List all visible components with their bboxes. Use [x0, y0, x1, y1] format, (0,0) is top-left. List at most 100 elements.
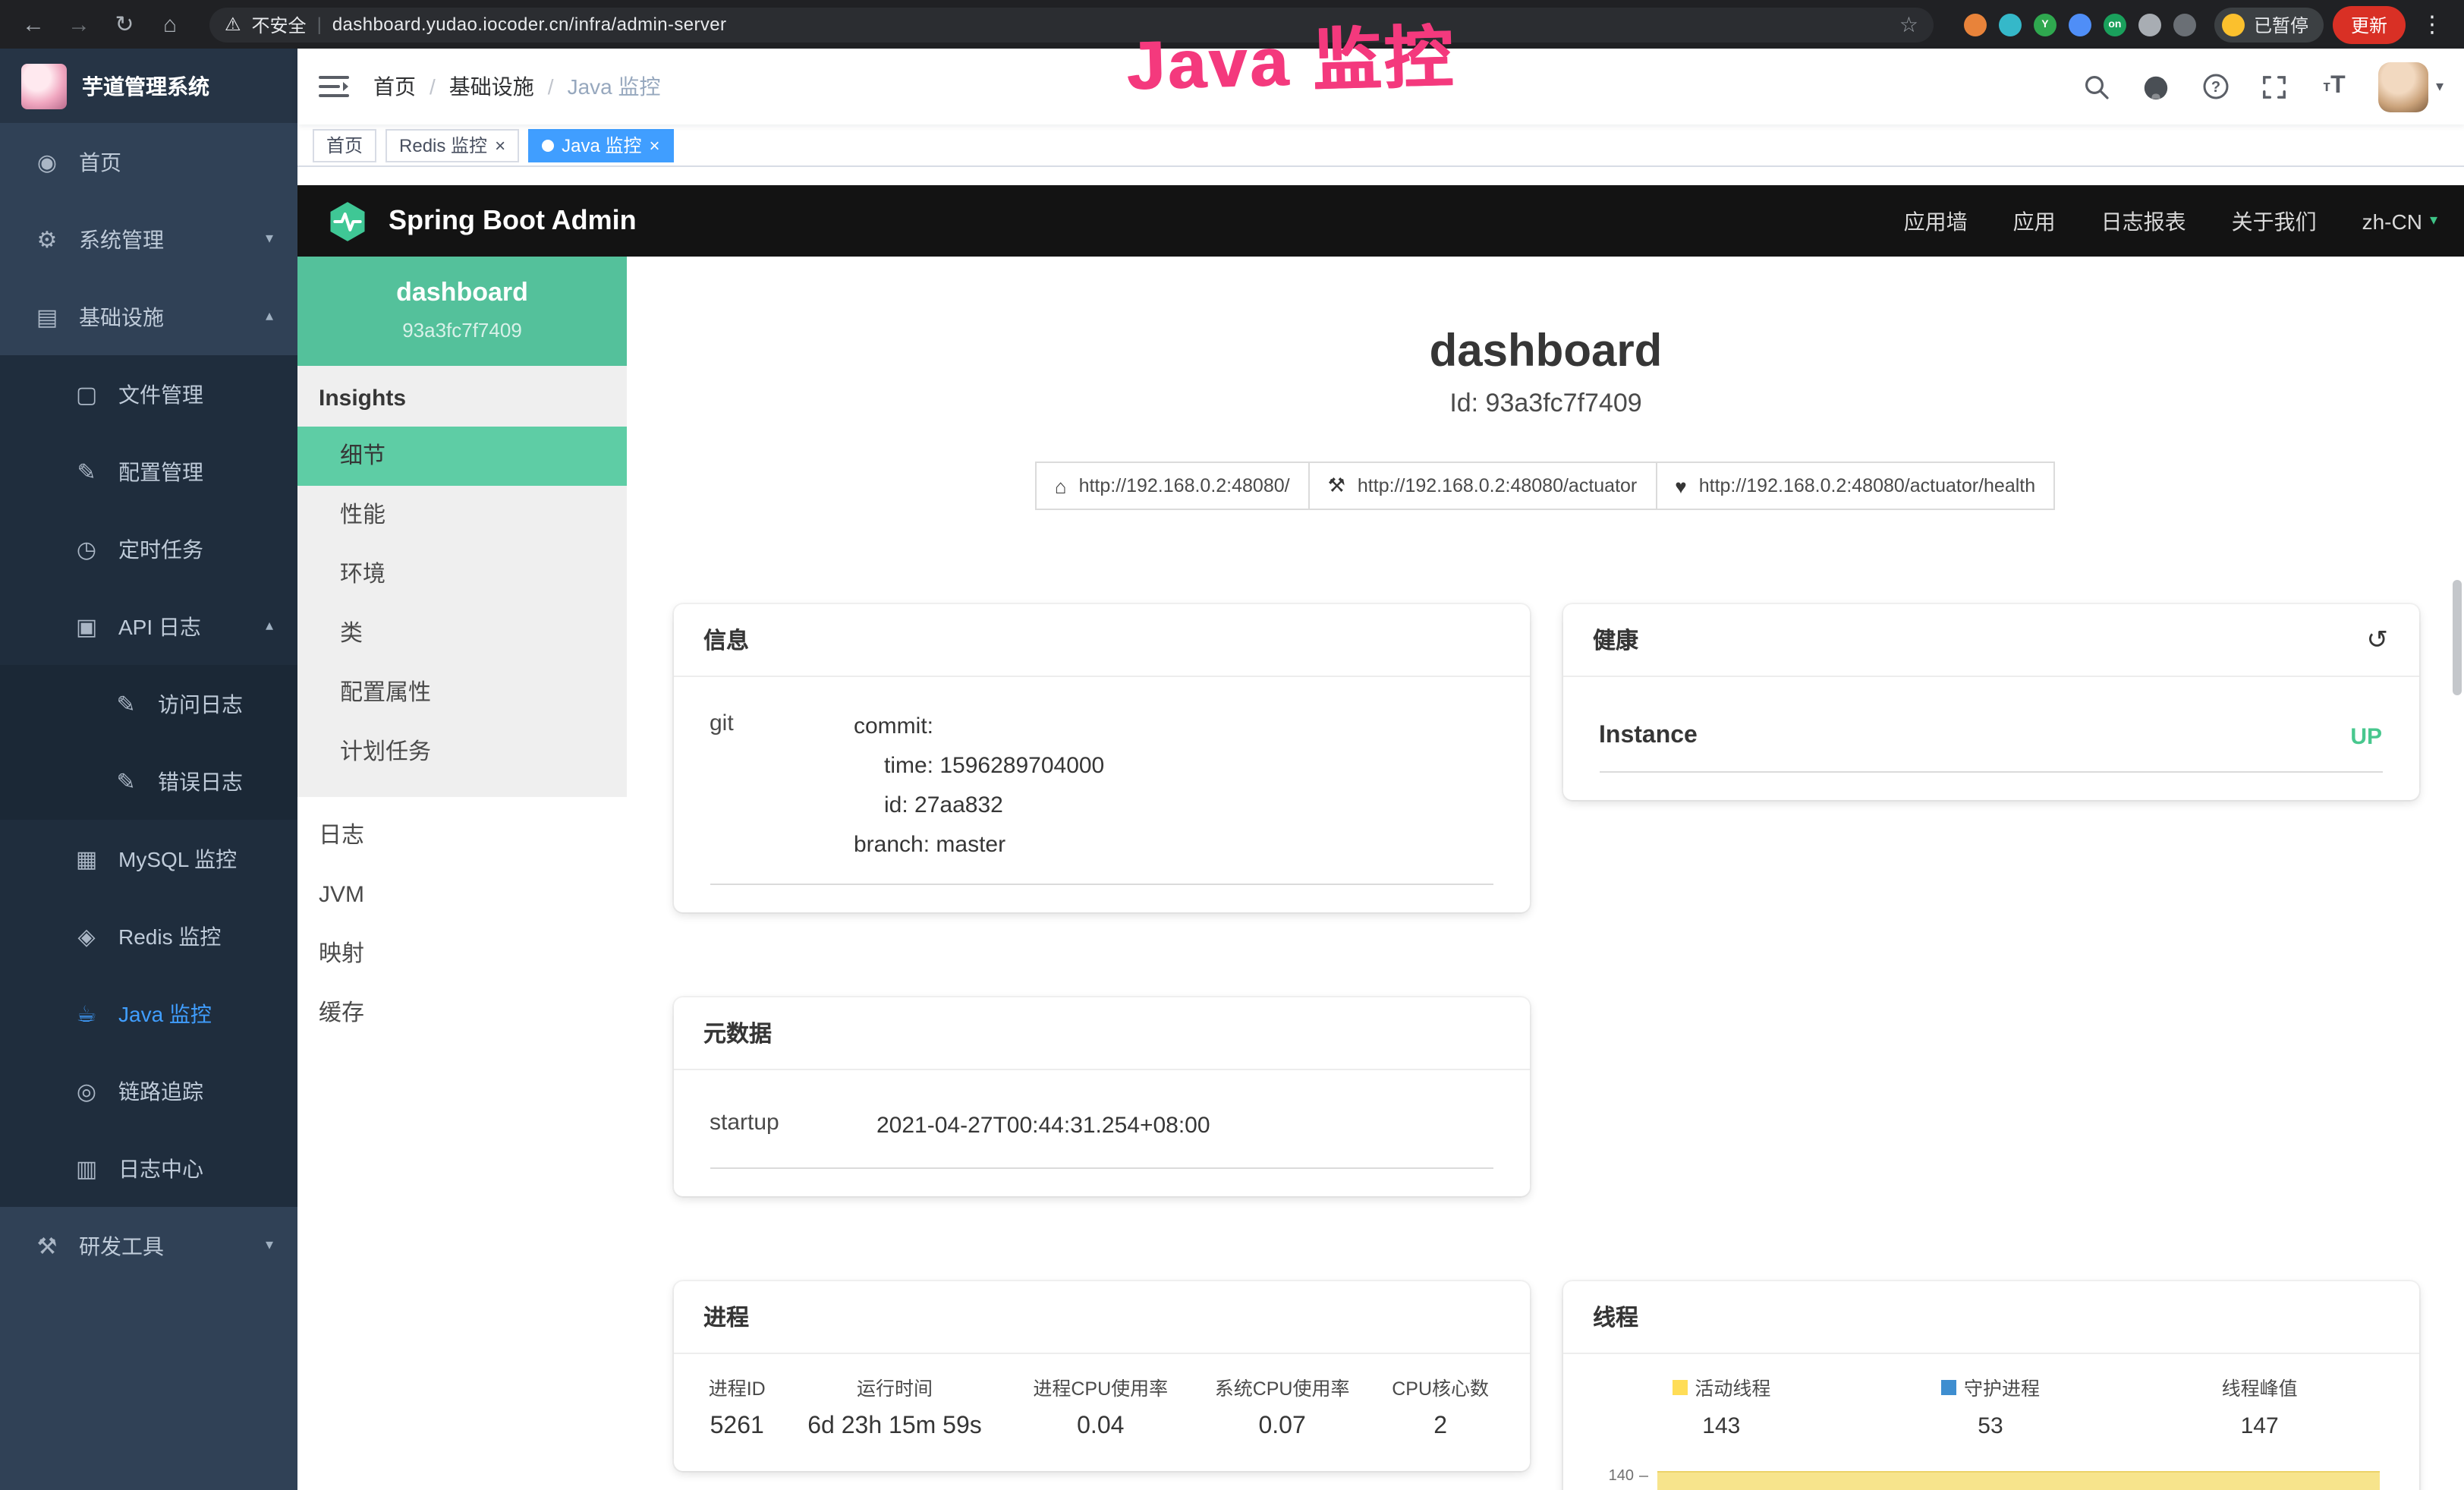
browser-menu-icon[interactable]: ⋮ [2415, 11, 2450, 38]
tab-Java 监控[interactable]: Java 监控× [528, 128, 673, 162]
extension-orange-icon[interactable] [1964, 13, 1987, 36]
health-card: 健康 ↺ Instance UP [1562, 604, 2418, 800]
legend-value: 53 [1856, 1413, 2126, 1439]
sba-sidebar-item-环境[interactable]: 环境 [297, 545, 627, 604]
java-icon: ☕ [73, 1000, 100, 1027]
sba-sidebar-group-缓存[interactable]: 缓存 [297, 984, 627, 1043]
sidebar-item-label: 文件管理 [118, 379, 203, 409]
forward-icon[interactable]: → [61, 11, 97, 37]
legend-value: 147 [2125, 1413, 2394, 1439]
instance-link-chip[interactable]: ⌂http://192.168.0.2:48080/ [1035, 461, 1310, 510]
legend-color-swatch [1672, 1379, 1687, 1394]
sba-nav-应用[interactable]: 应用 [2013, 206, 2056, 236]
sidebar-item-label: API 日志 [118, 611, 201, 641]
tab-Redis 监控[interactable]: Redis 监控× [385, 128, 519, 162]
threads-card-title: 线程 [1593, 1301, 1638, 1333]
sidebar-item-infrastructure[interactable]: ▤基础设施▴ [0, 278, 297, 355]
sba-nav-关于我们[interactable]: 关于我们 [2232, 206, 2317, 236]
sba-nav-应用墙[interactable]: 应用墙 [1904, 206, 1968, 236]
extension-on-icon[interactable]: on [2104, 13, 2126, 36]
sidebar-item-error-logs[interactable]: ✎错误日志 [0, 742, 297, 820]
sidebar-item-mysql-monitor[interactable]: ▦MySQL 监控 [0, 820, 297, 897]
sba-sidebar-item-配置属性[interactable]: 配置属性 [297, 663, 627, 723]
github-icon[interactable] [2141, 71, 2172, 102]
metadata-card: 元数据 startup 2021-04-27T00:44:31.254+08:0… [673, 997, 1529, 1196]
extension-teal-icon[interactable] [1999, 13, 2022, 36]
sidebar-item-home[interactable]: ◉首页 [0, 123, 297, 200]
sba-sidebar-group-日志[interactable]: 日志 [297, 806, 627, 865]
sba-sidebar-item-性能[interactable]: 性能 [297, 486, 627, 545]
sba-nav-日志报表[interactable]: 日志报表 [2101, 206, 2186, 236]
instance-subtitle: Id: 93a3fc7f7409 [627, 389, 2464, 419]
sba-sidebar-group-映射[interactable]: 映射 [297, 925, 627, 984]
sba-instance-header[interactable]: dashboard 93a3fc7f7409 [297, 257, 627, 366]
hamburger-icon[interactable] [319, 74, 349, 99]
chrome-update-button[interactable]: 更新 [2333, 5, 2406, 43]
sba-sidebar-group-JVM[interactable]: JVM [297, 865, 627, 925]
doc-icon: ✎ [112, 767, 140, 795]
breadcrumb-item[interactable]: 基础设施 [449, 71, 534, 102]
fullscreen-icon[interactable] [2260, 71, 2290, 102]
threads-legend: 活动线程143守护进程53线程峰值147 [1587, 1372, 2394, 1439]
back-icon[interactable]: ← [15, 11, 52, 37]
instance-link-chip[interactable]: ⚒http://192.168.0.2:48080/actuator [1308, 461, 1657, 510]
insights-group: Insights 细节性能环境类配置属性计划任务 [297, 366, 627, 797]
process-col-header: 进程CPU使用率 [1010, 1360, 1191, 1410]
sidebar-item-system-management[interactable]: ⚙系统管理▾ [0, 200, 297, 278]
chevron-down-icon: ▾ [2436, 78, 2444, 95]
font-size-icon[interactable]: тT [2319, 71, 2349, 102]
history-icon[interactable]: ↺ [2367, 625, 2389, 655]
sidebar-item-dev-tools[interactable]: ⚒研发工具▾ [0, 1207, 297, 1284]
sidebar-item-log-center[interactable]: ▥日志中心 [0, 1129, 297, 1207]
reload-icon[interactable]: ↻ [106, 11, 143, 38]
sidebar-item-link-tracing[interactable]: ◎链路追踪 [0, 1052, 297, 1129]
extension-green-y-icon[interactable]: Y [2034, 13, 2056, 36]
log-icon: ▣ [73, 613, 100, 640]
search-icon[interactable] [2082, 71, 2113, 102]
sba-sidebar-item-计划任务[interactable]: 计划任务 [297, 723, 627, 782]
user-avatar[interactable]: ▾ [2378, 61, 2444, 112]
sba-main-content: dashboard Id: 93a3fc7f7409 ⌂http://192.1… [627, 257, 2464, 1490]
app-logo-image [21, 63, 67, 109]
tab-label: 首页 [326, 132, 363, 158]
extension-dark-icon[interactable] [2173, 13, 2196, 36]
sidebar-item-redis-monitor[interactable]: ◈Redis 监控 [0, 897, 297, 975]
sba-sidebar-item-类[interactable]: 类 [297, 604, 627, 663]
process-col-header: CPU核心数 [1373, 1360, 1508, 1410]
app-logo-bar[interactable]: 芋道管理系统 [0, 49, 297, 123]
sidebar-item-java-monitor[interactable]: ☕Java 监控 [0, 975, 297, 1052]
locale-selector[interactable]: zh-CN▾ [2362, 209, 2437, 233]
sidebar-item-label: 首页 [79, 146, 121, 177]
scrollbar-thumb[interactable] [2453, 580, 2462, 695]
process-col-header: 运行时间 [779, 1360, 1009, 1410]
extension-blue-icon[interactable] [2069, 13, 2091, 36]
sidebar-item-file-management[interactable]: ▢文件管理 [0, 355, 297, 433]
legend-item: 线程峰值 147 [2125, 1372, 2394, 1439]
sidebar-item-access-logs[interactable]: ✎访问日志 [0, 665, 297, 742]
home-icon[interactable]: ⌂ [152, 11, 188, 37]
instance-id: 93a3fc7f7409 [310, 319, 615, 342]
status-badge: UP [2350, 723, 2382, 749]
bookmark-star-icon[interactable]: ☆ [1899, 11, 1918, 37]
process-card: 进程 进程ID运行时间进程CPU使用率系统CPU使用率CPU核心数 52616d… [673, 1281, 1529, 1471]
sidebar-item-scheduled-tasks[interactable]: ◷定时任务 [0, 510, 297, 587]
address-bar[interactable]: ⚠ 不安全 | dashboard.yudao.iocoder.cn/infra… [209, 7, 1934, 42]
threads-area-active [1657, 1471, 2379, 1490]
breadcrumb-item[interactable]: 首页 [373, 71, 416, 102]
sidebar-item-config-management[interactable]: ✎配置管理 [0, 433, 297, 510]
sba-sidebar-item-细节[interactable]: 细节 [297, 427, 627, 486]
spring-boot-admin-logo[interactable] [325, 198, 370, 244]
sba-nav-links: 应用墙 应用 日志报表 关于我们 zh-CN▾ [1904, 206, 2437, 236]
legend-label: 线程峰值 [2125, 1372, 2394, 1401]
close-icon[interactable]: × [495, 136, 505, 154]
threads-card: 线程 活动线程143守护进程53线程峰值147 140120100 [1562, 1281, 2418, 1490]
sidebar-item-api-logs[interactable]: ▣API 日志▴ [0, 587, 297, 665]
database-icon: ▦ [73, 845, 100, 872]
close-icon[interactable]: × [649, 136, 659, 154]
tab-首页[interactable]: 首页 [313, 128, 376, 162]
locale-label: zh-CN [2362, 209, 2422, 233]
profile-paused-badge[interactable]: 已暂停 [2214, 7, 2324, 42]
instance-link-chip[interactable]: ♥http://192.168.0.2:48080/actuator/healt… [1655, 461, 2055, 510]
extension-gray-icon[interactable] [2138, 13, 2161, 36]
help-icon[interactable]: ? [2201, 71, 2231, 102]
